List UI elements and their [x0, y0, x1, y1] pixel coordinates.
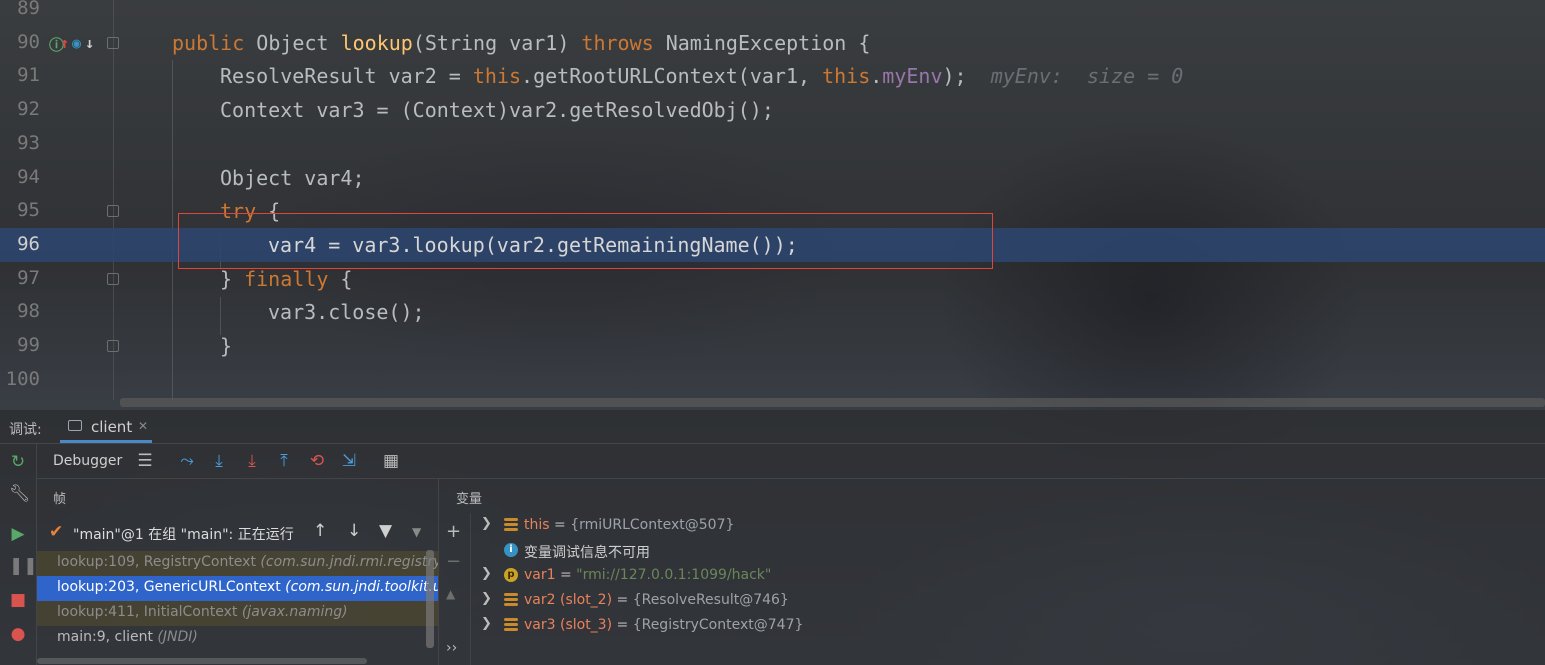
line-number: 98: [17, 300, 40, 323]
rerun-icon[interactable]: ↻: [9, 453, 27, 471]
line-number: 95: [17, 199, 40, 222]
pause-icon[interactable]: ❚❚: [9, 557, 38, 575]
code-editor[interactable]: ⓘ ↑ ◉ ↓ 89 90 public Object lookup(Strin…: [0, 0, 1545, 410]
arrow-up-icon[interactable]: ↑: [313, 521, 327, 541]
step-out-icon[interactable]: ⤒: [274, 451, 294, 471]
inline-debug-value: myEnv: size = 0: [966, 64, 1184, 89]
step-into-icon[interactable]: ⤓: [242, 451, 262, 471]
fold-marker-icon[interactable]: [107, 36, 119, 49]
line-number: 96: [17, 232, 40, 255]
check-icon: ✔: [49, 522, 64, 542]
resume-icon[interactable]: ▶: [9, 525, 27, 543]
drop-frame-icon[interactable]: ⟲: [307, 451, 327, 471]
code-line: 91 ResolveResult var2 = this.getRootURLC…: [0, 59, 1545, 93]
line-number: 93: [17, 131, 40, 154]
highlight-annotation-box: [178, 213, 993, 269]
close-icon[interactable]: ✕: [138, 419, 148, 433]
run-to-cursor-icon[interactable]: ⇲: [339, 451, 359, 471]
chevron-right-icon[interactable]: ❯: [481, 591, 492, 606]
show-execution-point-icon[interactable]: ⤳: [177, 451, 197, 471]
line-number: 89: [17, 0, 40, 19]
frame-row-selected[interactable]: lookup:203, GenericURLContext (com.sun.j…: [37, 576, 438, 601]
debug-label: 调试:: [9, 422, 42, 438]
tab-label: client: [91, 418, 133, 436]
code-text: public Object lookup(String var1) throws…: [172, 30, 871, 55]
parameter-icon: p: [504, 568, 518, 582]
code-line: 89: [0, 0, 1545, 26]
line-number: 94: [17, 165, 40, 188]
code-line: 100: [0, 363, 1545, 397]
frames-scrollbar[interactable]: [426, 550, 434, 648]
console-icon: [68, 420, 82, 431]
chevron-right-icon[interactable]: ❯: [481, 566, 492, 581]
variables-side-toolbar: + − ▲ ››: [438, 513, 471, 665]
chevron-right-icon[interactable]: ❯: [481, 616, 492, 631]
debug-side-toolbar: ↻ 🔧︎ ▶ ❚❚ ■ ●: [0, 443, 38, 665]
debugger-tab[interactable]: Debugger: [53, 453, 122, 469]
debug-tab-bar: 调试: client ✕: [0, 410, 1545, 444]
line-number: 92: [17, 98, 40, 121]
code-text: var3.close();: [268, 300, 425, 325]
variable-row[interactable]: ❯ var2 (slot_2) = {ResolveResult@746}: [471, 588, 1545, 613]
field-icon: [504, 523, 518, 526]
variable-row[interactable]: ❯ p var1 = "rmi://127.0.0.1:1099/hack": [471, 563, 1545, 588]
remove-watch-icon[interactable]: −: [446, 553, 461, 571]
fold-marker-icon[interactable]: [107, 272, 119, 285]
thread-selector[interactable]: ✔ "main"@1 在组 "main": 正在运行 ↑ ↓ ▼ ▼: [37, 516, 438, 550]
stop-icon[interactable]: ■: [9, 591, 27, 609]
frames-header: 帧: [53, 492, 67, 507]
debugger-toolbar: Debugger ☰ ⤳ ⤓ ⤓ ⤒ ⟲ ⇲ ▦: [37, 443, 1545, 479]
code-text: ResolveResult var2 = this.getRootURLCont…: [220, 64, 1184, 89]
code-line: 93: [0, 127, 1545, 161]
frame-row[interactable]: lookup:109, RegistryContext (com.sun.jnd…: [37, 551, 438, 576]
code-line: 98 var3.close();: [0, 295, 1545, 329]
code-line: 90 public Object lookup(String var1) thr…: [0, 26, 1545, 60]
tab-client[interactable]: client ✕: [60, 410, 152, 443]
evaluate-expression-icon[interactable]: ▦: [381, 451, 401, 471]
field-icon: [504, 598, 518, 601]
variables-panel: 变量 ❯ this = {rmiURLContext@507} i 变量调试信息…: [456, 478, 1545, 665]
move-up-icon[interactable]: ▲: [446, 585, 455, 603]
variables-header: 变量: [456, 492, 483, 507]
code-line: 92 Context var3 = (Context)var2.getResol…: [0, 93, 1545, 127]
code-text: Context var3 = (Context)var2.getResolved…: [220, 98, 774, 123]
more-icon[interactable]: ››: [446, 639, 457, 657]
thread-label: "main"@1 在组 "main": 正在运行: [73, 527, 294, 543]
code-line: 99 }: [0, 329, 1545, 363]
line-number: 97: [17, 266, 40, 289]
chevron-right-icon[interactable]: ❯: [481, 516, 492, 531]
arrow-down-icon[interactable]: ↓: [347, 521, 361, 541]
field-icon: [504, 623, 518, 626]
frame-row[interactable]: lookup:411, InitialContext (javax.naming…: [37, 601, 438, 626]
breakpoints-icon[interactable]: ●: [9, 625, 27, 643]
layout-menu-icon[interactable]: ☰: [135, 451, 155, 471]
chevron-down-icon[interactable]: ▼: [412, 525, 421, 539]
debug-tool-window: 调试: client ✕ ↻ 🔧︎ ▶ ❚❚ ■ ● Debugger ☰ ⤳ …: [0, 410, 1545, 665]
variable-row[interactable]: ❯ var3 (slot_3) = {RegistryContext@747}: [471, 613, 1545, 638]
code-text: } finally {: [220, 266, 353, 291]
frames-horizontal-scrollbar[interactable]: [37, 658, 367, 664]
frames-panel: 帧 ✔ "main"@1 在组 "main": 正在运行 ↑ ↓ ▼ ▼ loo…: [37, 478, 439, 665]
wrench-icon[interactable]: 🔧︎: [9, 485, 31, 503]
info-icon: i: [504, 543, 518, 557]
fold-marker-icon[interactable]: [107, 205, 119, 218]
fold-marker-icon[interactable]: [107, 340, 119, 352]
line-number: 99: [17, 334, 40, 356]
line-number: 90: [17, 30, 40, 53]
add-watch-icon[interactable]: +: [446, 523, 461, 541]
filter-icon[interactable]: ▼: [379, 521, 392, 541]
frame-row[interactable]: main:9, client (JNDI): [37, 626, 438, 651]
step-over-icon[interactable]: ⤓: [209, 451, 229, 471]
variable-row[interactable]: ❯ this = {rmiURLContext@507}: [471, 513, 1545, 538]
line-number: 91: [17, 64, 40, 87]
code-text: }: [220, 334, 233, 358]
line-number: 100: [5, 367, 40, 390]
code-text: Object var4;: [220, 165, 365, 190]
editor-horizontal-scrollbar[interactable]: [120, 398, 1545, 407]
code-line: 94 Object var4;: [0, 161, 1545, 195]
variable-info-row: i 变量调试信息不可用: [471, 538, 1545, 563]
